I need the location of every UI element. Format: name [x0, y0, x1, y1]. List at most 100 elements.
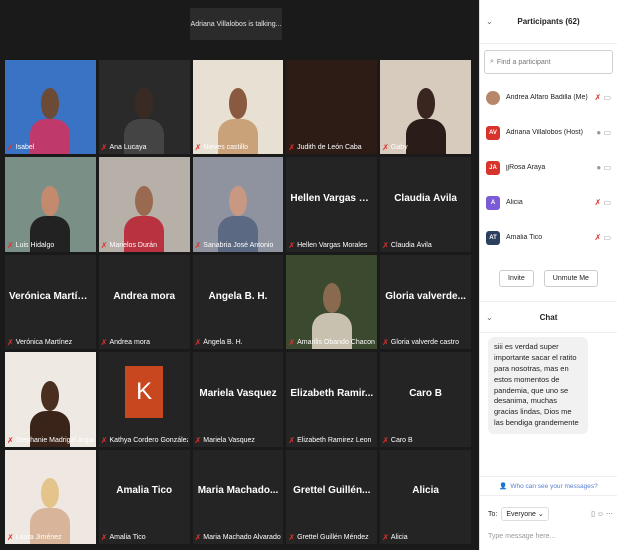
- recipient-select[interactable]: Everyone ⌄: [501, 507, 549, 521]
- mic-muted-icon: ✗: [194, 533, 202, 542]
- mic-status-icon: ✗ ▭: [594, 93, 612, 102]
- tile-caption: ✗ Luis Hidalgo: [7, 241, 94, 250]
- tile-name: Marielos Durán: [109, 241, 157, 249]
- participant-row[interactable]: A Alicia ✗ ▭: [480, 185, 617, 220]
- tile-name: Ángela B. H.: [203, 339, 243, 347]
- video-tile[interactable]: ✗ Sanabria José Antonio: [192, 157, 284, 252]
- video-tile[interactable]: Caro B ✗ Caro B: [380, 352, 471, 447]
- video-tile[interactable]: Claudia Ávila ✗ Claudia Ávila: [380, 157, 471, 252]
- mic-status-icon: ✗ ▭: [594, 198, 612, 207]
- mic-muted-icon: ✗: [100, 435, 108, 445]
- video-tile[interactable]: ✗ Nieves castillo: [192, 60, 284, 155]
- tile-caption: ✗ Gloria valverde castro: [382, 338, 469, 347]
- unmute-me-button[interactable]: Unmute Me: [543, 269, 598, 287]
- tile-name: Stephanie Madrigal Argue...: [15, 436, 94, 444]
- video-tile[interactable]: ✗ Judith de León Caba: [286, 60, 378, 155]
- tile-caption: ✗ Sanabria José Antonio: [195, 241, 282, 250]
- tile-caption: ✗ Caro B: [382, 436, 469, 445]
- mic-muted-icon: ✗: [194, 435, 202, 445]
- video-tile[interactable]: Elizabeth Ramir... ✗ Elizabeth Ramirez Leo…: [286, 352, 378, 447]
- avatar: AV: [486, 125, 500, 140]
- video-feed: [5, 449, 96, 544]
- mic-muted-icon: ✗: [382, 143, 389, 153]
- tile-name: Sanabria José Antonio: [203, 241, 274, 249]
- participant-row[interactable]: JA jjRosa Araya ● ▭: [480, 150, 617, 185]
- mic-muted-icon: ✗: [194, 240, 202, 250]
- video-tile[interactable]: ✗ Gaby: [380, 60, 471, 155]
- avatar: AT: [486, 230, 500, 245]
- chat-header: ⌄ Chat: [480, 301, 617, 333]
- video-tile[interactable]: K ✗ Kathya Cordero González: [98, 352, 190, 447]
- tile-caption: ✗ Andrea mora: [101, 338, 188, 347]
- participant-search-input[interactable]: ⌕ Find a participant: [484, 50, 613, 74]
- video-tile[interactable]: Alicia ✗ Alicia: [380, 449, 471, 544]
- participant-display-name: Claudia Ávila: [394, 193, 457, 205]
- tile-name: Andrea mora: [109, 339, 150, 347]
- participant-row[interactable]: Andrea Alfaro Badilla (Me) ✗ ▭: [480, 80, 617, 115]
- participant-name: jjRosa Araya: [506, 164, 546, 171]
- mic-status-icon: ● ▭: [596, 128, 611, 137]
- search-icon: ⌕: [490, 58, 494, 65]
- tile-caption: ✗ Verónica Martínez: [7, 338, 94, 347]
- participant-actions: Invite Unmute Me: [480, 263, 617, 293]
- chat-message: siii es verdad super importante sacar el…: [488, 337, 588, 434]
- tile-caption: ✗ Ana Lucaya: [101, 143, 188, 152]
- participant-display-name: Andrea mora: [113, 290, 176, 302]
- file-icon[interactable]: ▯ ☺ ⋯: [591, 510, 613, 518]
- video-tile[interactable]: ✗ Isabel: [5, 60, 96, 155]
- video-tile[interactable]: Hellen Vargas M... ✗ Hellen Vargas Morales: [286, 157, 378, 252]
- participant-display-name: Caro B: [409, 388, 442, 400]
- participants-title: Participants (62): [517, 17, 580, 26]
- who-can-see-link[interactable]: 👤 Who can see your messages?: [480, 476, 617, 496]
- video-tile[interactable]: Maria Machado... ✗ Maria Machado Alvarado: [192, 449, 284, 544]
- chevron-down-icon[interactable]: ⌄: [486, 313, 500, 322]
- participant-name: Andrea Alfaro Badilla (Me): [506, 94, 588, 101]
- video-tile[interactable]: Mariela Vasquez ✗ Mariela Vasquez: [192, 352, 284, 447]
- chat-input[interactable]: Type message here...: [488, 533, 555, 540]
- video-tile[interactable]: ✗ Laura Jiménez: [5, 449, 96, 544]
- participant-display-name: Hellen Vargas M...: [290, 193, 376, 205]
- tile-caption: ✗ Elizabeth Ramirez Leon: [288, 436, 375, 445]
- tile-name: Kathya Cordero González: [109, 436, 188, 444]
- participant-list: Andrea Alfaro Badilla (Me) ✗ ▭ AV Adriana V…: [480, 80, 617, 255]
- tile-name: Mariela Vasquez: [203, 436, 255, 444]
- tile-name: Maria Machado Alvarado: [203, 534, 281, 541]
- video-tile[interactable]: Ángela B. H. ✗ Ángela B. H.: [192, 254, 284, 350]
- video-tile[interactable]: ✗ Luis Hidalgo: [5, 157, 96, 252]
- invite-button[interactable]: Invite: [499, 269, 534, 287]
- video-tile[interactable]: ✗ Marielos Durán: [98, 157, 190, 252]
- tile-caption: ✗ Nieves castillo: [195, 143, 282, 152]
- who-can-see-text: Who can see your messages?: [510, 482, 598, 490]
- chevron-down-icon[interactable]: ⌄: [486, 17, 500, 26]
- video-tile[interactable]: ✗ Ana Lucaya: [98, 60, 190, 155]
- video-grid: ✗ Isabel ✗ Ana Lucaya ✗ Nieves castillo ✗ Judit…: [5, 60, 471, 544]
- chat-title: Chat: [539, 312, 558, 322]
- video-tile[interactable]: ✗ Amarilis Obando Chacon: [286, 254, 378, 350]
- avatar: K: [125, 365, 164, 418]
- video-tile[interactable]: Andrea mora ✗ Andrea mora: [98, 254, 190, 350]
- mic-muted-icon: ✗: [7, 533, 14, 542]
- tile-caption: ✗ Mariela Vasquez: [195, 436, 282, 445]
- tile-name: Luis Hidalgo: [15, 241, 55, 249]
- video-tile[interactable]: Verónica Martínez ✗ Verónica Martínez: [5, 254, 96, 350]
- video-feed: [98, 60, 190, 155]
- tile-caption: ✗ Maria Machado Alvarado: [195, 533, 282, 542]
- tile-caption: ✗ Isabel: [7, 143, 94, 152]
- video-tile[interactable]: Grettel Guillén... ✗ Grettel Guillén Ménde…: [286, 449, 378, 544]
- mic-muted-icon: ✗: [7, 240, 14, 250]
- mic-muted-icon: ✗: [100, 143, 108, 153]
- video-tile[interactable]: ✗ Stephanie Madrigal Argue...: [5, 352, 96, 447]
- video-tile[interactable]: Gloria valverde... ✗ Gloria valverde castr…: [380, 254, 471, 350]
- tile-name: Amalia Tico: [109, 534, 146, 541]
- video-feed: [192, 157, 284, 252]
- tile-name: Claudia Ávila: [390, 241, 432, 249]
- tile-caption: ✗ Grettel Guillén Méndez: [288, 533, 375, 542]
- participant-row[interactable]: AV Adriana Villalobos (Host) ● ▭: [480, 115, 617, 150]
- video-feed: [5, 60, 96, 155]
- participant-name: Adriana Villalobos (Host): [506, 129, 583, 136]
- avatar: JA: [486, 160, 500, 175]
- tile-name: Isabel: [15, 144, 35, 152]
- video-feed: [192, 60, 284, 155]
- participant-row[interactable]: AT Amalia Tico ✗ ▭: [480, 220, 617, 255]
- video-tile[interactable]: Amalia Tico ✗ Amalia Tico: [98, 449, 190, 544]
